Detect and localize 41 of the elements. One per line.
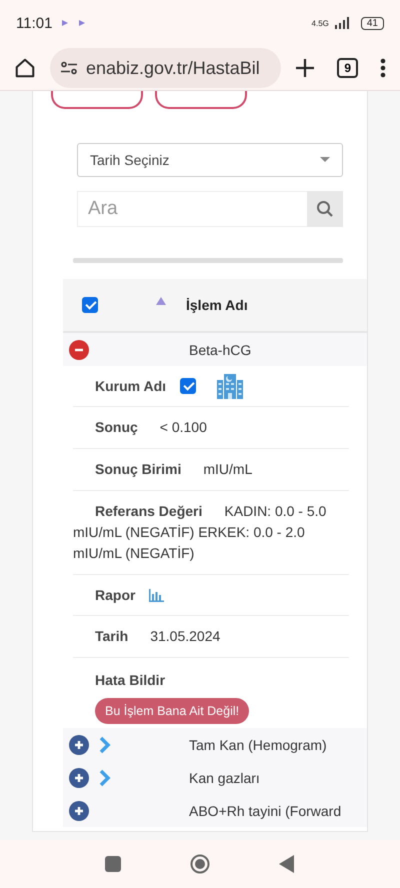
collapse-icon[interactable]: [69, 340, 89, 360]
address-bar[interactable]: enabiz.gov.tr/HastaBil: [50, 48, 282, 88]
field-label: Hata Bildir: [95, 672, 166, 688]
test-name: Kan gazları: [189, 770, 260, 786]
field-text: Sonuç Birimi mIU/mL: [94, 460, 252, 479]
date-dropdown[interactable]: Tarih Seçiniz: [77, 143, 343, 177]
search-field[interactable]: Ara: [77, 191, 307, 227]
status-time: 11:01: [16, 14, 52, 32]
chevron-right-icon[interactable]: [99, 768, 111, 786]
battery-indicator: 41: [360, 16, 384, 30]
site-settings-icon[interactable]: [60, 61, 78, 75]
expand-icon[interactable]: [69, 734, 89, 754]
field-label: Kurum Adı: [95, 378, 166, 394]
checkbox[interactable]: [82, 297, 98, 313]
bar-chart-icon[interactable]: [149, 588, 164, 602]
column-header[interactable]: İşlem Adı: [186, 297, 248, 313]
home-icon[interactable]: [14, 57, 36, 79]
field-text: Referans Değeri KADIN: 0.0 - 5.0 mIU/mL (NEGATİF) ERKEK: 0.0 - 2.0 mIU/mL (NEGATİF): [73, 502, 328, 563]
recents-icon[interactable]: [104, 856, 121, 872]
back-icon[interactable]: [279, 855, 296, 873]
more-icon[interactable]: [380, 58, 386, 78]
home-button-icon[interactable]: [190, 854, 210, 874]
network-label: 4.5G: [312, 18, 329, 28]
search-icon[interactable]: [307, 191, 343, 227]
report-error-button[interactable]: Bu İşlem Bana Ait Değil!: [95, 698, 250, 724]
test-name: Beta-hCG: [189, 342, 252, 358]
chevron-right-icon[interactable]: [99, 736, 111, 754]
test-name: Tam Kan (Hemogram): [189, 736, 327, 752]
test-name: ABO+Rh tayini (Forward: [189, 802, 342, 818]
plus-icon[interactable]: [295, 58, 316, 78]
field-text: Sonuç < 0.100: [94, 418, 207, 437]
hospital-building-icon[interactable]: [216, 372, 244, 400]
checkbox[interactable]: [180, 378, 196, 394]
expand-icon[interactable]: [69, 800, 89, 820]
tab-count[interactable]: 9: [337, 58, 358, 78]
expand-icon[interactable]: [69, 768, 89, 788]
field-label: Rapor: [95, 587, 136, 603]
caret-icon: [320, 157, 330, 163]
sort-icon[interactable]: [156, 297, 166, 305]
field-text: Tarih 31.05.2024: [94, 627, 220, 646]
signal-icon: [334, 17, 350, 29]
